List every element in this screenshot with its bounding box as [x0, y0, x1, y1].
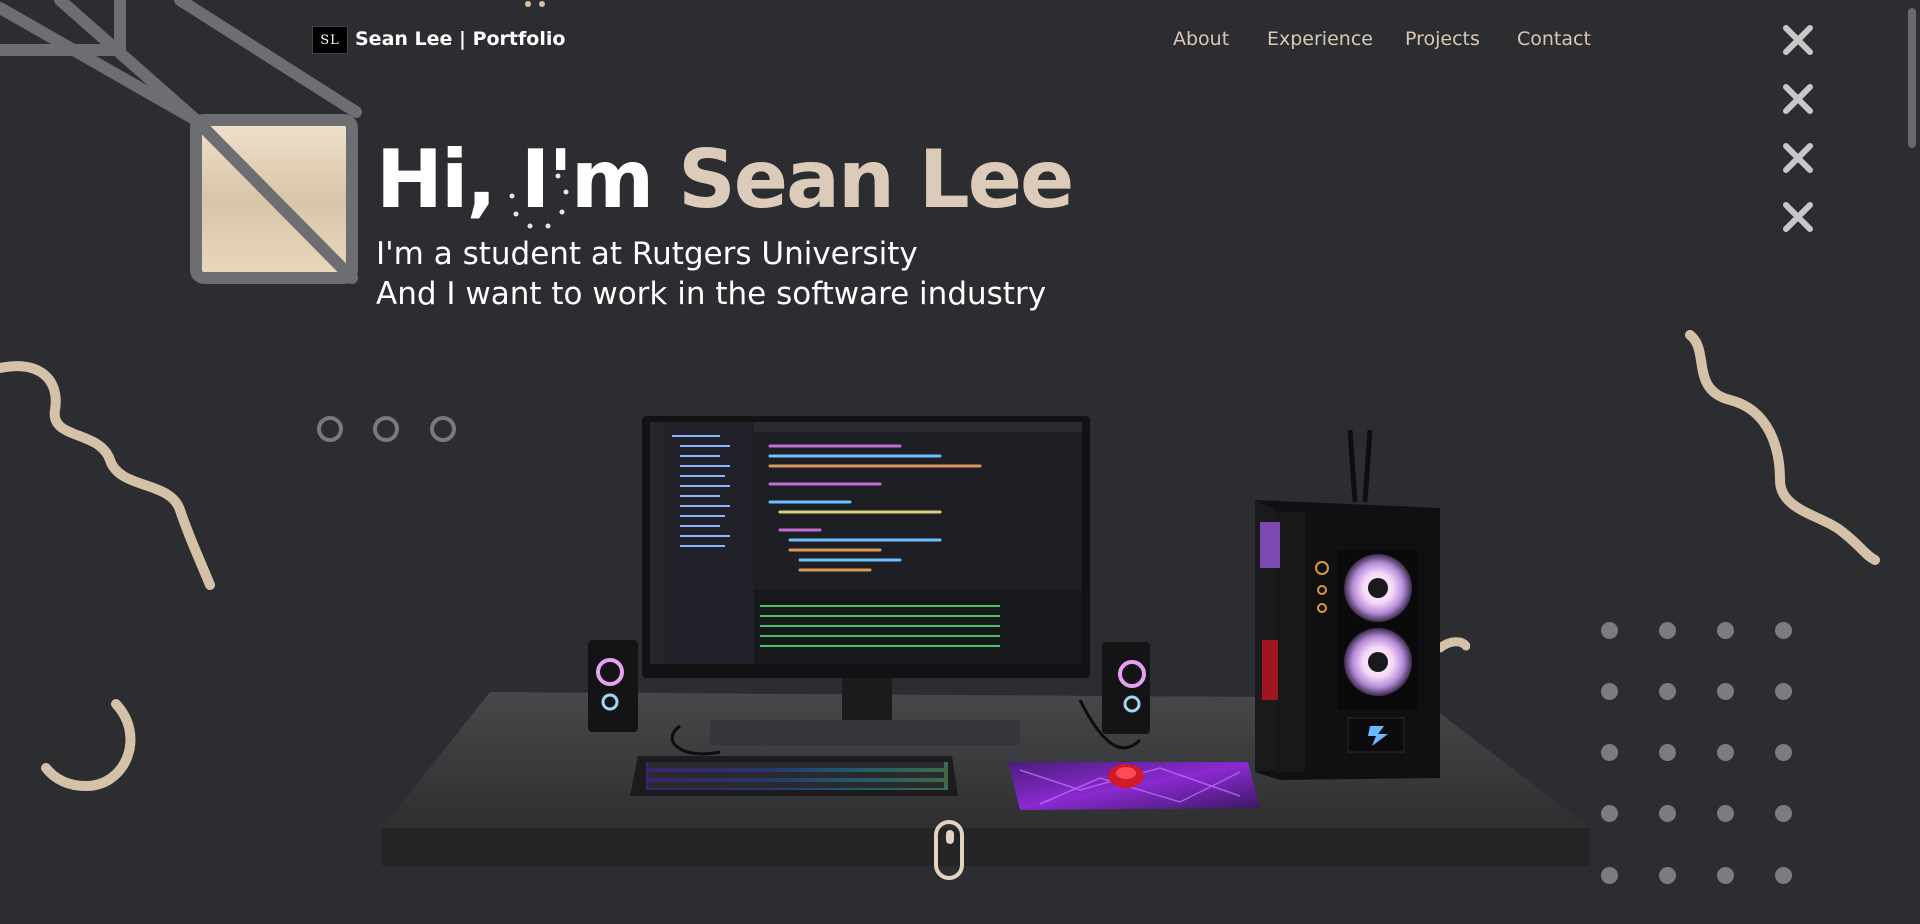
hero-greeting: Hi, I'm — [376, 133, 679, 226]
nav-link-experience[interactable]: Experience — [1267, 26, 1373, 52]
nav-link-projects[interactable]: Projects — [1405, 26, 1480, 52]
dot — [1659, 867, 1676, 884]
close-icon — [1783, 143, 1813, 173]
scrollbar-thumb[interactable] — [1908, 8, 1916, 148]
dot — [1717, 867, 1734, 884]
computer-desk-3d-scene[interactable] — [380, 400, 1600, 870]
dot — [1775, 867, 1792, 884]
nav-link-contact[interactable]: Contact — [1517, 26, 1591, 52]
ring-decoration — [317, 416, 343, 442]
arc-decoration — [41, 699, 136, 792]
dot — [1601, 683, 1618, 700]
dot — [1717, 683, 1734, 700]
hero-name: Sean Lee — [678, 133, 1074, 226]
hero-subtitle-line2: And I want to work in the software indus… — [376, 276, 1047, 312]
dot — [1659, 683, 1676, 700]
dot — [1717, 622, 1734, 639]
dot — [1717, 744, 1734, 761]
scroll-down-indicator-dot — [946, 830, 954, 844]
nav-link-about[interactable]: About — [1173, 26, 1229, 52]
close-icon — [1783, 25, 1813, 55]
dot — [1659, 805, 1676, 822]
dot — [1601, 805, 1618, 822]
close-icon — [1783, 202, 1813, 232]
dot — [1775, 805, 1792, 822]
dot — [1659, 622, 1676, 639]
close-icon — [1783, 84, 1813, 114]
brand-title[interactable]: Sean Lee | Portfolio — [355, 26, 565, 52]
dot — [1775, 622, 1792, 639]
scroll-down-icon[interactable] — [934, 820, 964, 880]
hero-title: Hi, I'm Sean Lee — [376, 133, 1074, 226]
hero-subtitle-line1: I'm a student at Rutgers University — [376, 236, 918, 272]
wavy-line-decoration — [0, 361, 215, 590]
dot — [1601, 744, 1618, 761]
dot — [1717, 805, 1734, 822]
dot — [1601, 867, 1618, 884]
logo[interactable]: SL — [312, 26, 348, 54]
dots-decoration-top — [525, 1, 545, 7]
wavy-line-decoration-right — [1685, 330, 1880, 565]
dot — [1775, 683, 1792, 700]
dot — [1659, 744, 1676, 761]
dot — [1601, 622, 1618, 639]
dot — [1775, 744, 1792, 761]
